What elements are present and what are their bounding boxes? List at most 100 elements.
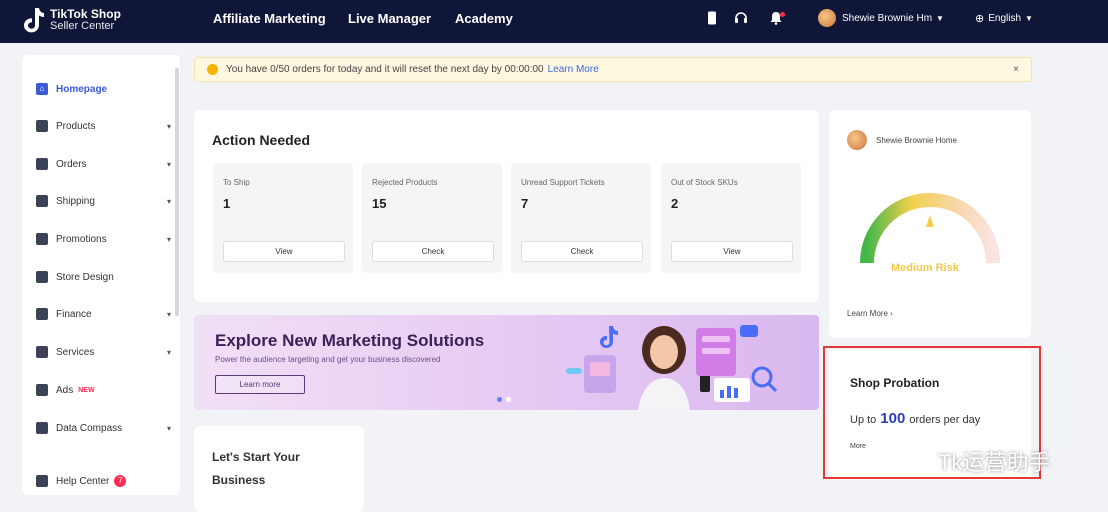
chevron-down-icon: ▾ — [166, 121, 171, 131]
sidebar-item-label: Products — [56, 120, 96, 132]
carousel-dot[interactable] — [497, 397, 502, 402]
action-needed-title: Action Needed — [212, 132, 311, 148]
tile-unread-support-tickets: Unread Support Tickets 7 Check — [511, 163, 651, 273]
nav-live-manager[interactable]: Live Manager — [348, 11, 431, 26]
avatar — [847, 130, 867, 150]
sidebar-item-label: Ads — [56, 384, 74, 396]
notification-dot — [780, 12, 785, 17]
box-icon — [36, 120, 48, 132]
lets-start-title: Let's Start Your Business — [212, 450, 300, 487]
top-navigation-bar: TikTok Shop Seller Center Affiliate Mark… — [0, 0, 1108, 43]
close-icon[interactable]: × — [1013, 64, 1019, 75]
sidebar-item-orders[interactable]: Orders ▾ — [36, 154, 171, 174]
headset-icon[interactable] — [732, 11, 750, 29]
tile-label: Unread Support Tickets — [521, 178, 605, 187]
avatar — [818, 9, 836, 27]
wechat-icon — [896, 448, 927, 473]
tile-label: To Ship — [223, 178, 250, 187]
brand-line-2: Seller Center — [50, 20, 115, 32]
home-icon: ⌂ — [36, 83, 48, 95]
tile-rejected-products: Rejected Products 15 Check — [362, 163, 502, 273]
view-button[interactable]: View — [671, 241, 793, 262]
notice-learn-more-link[interactable]: Learn More — [548, 64, 599, 75]
tiktok-logo-icon — [22, 6, 44, 34]
banner-subtitle: Power the audience targeting and get you… — [215, 355, 441, 364]
sidebar-item-label: Shipping — [56, 195, 95, 207]
sidebar: ⌂ Homepage Products ▾ Orders ▾ Shipping … — [22, 55, 180, 495]
truck-icon — [36, 195, 48, 207]
sidebar-item-label: Store Design — [56, 271, 114, 283]
sidebar-item-label: Services — [56, 346, 95, 358]
chevron-down-icon: ▾ — [166, 234, 171, 244]
megaphone-icon — [36, 233, 48, 245]
brand-line-1: TikTok Shop — [50, 7, 121, 21]
sidebar-scrollbar[interactable] — [175, 68, 179, 316]
nav-affiliate-marketing[interactable]: Affiliate Marketing — [213, 11, 326, 26]
chevron-down-icon: ▼ — [1025, 14, 1033, 23]
banner-illustration — [566, 325, 778, 410]
watermark-text: Tk运营助手 — [938, 450, 1051, 475]
globe-icon: ⊕ — [975, 13, 985, 25]
sidebar-item-ads[interactable]: Ads NEW — [36, 380, 171, 400]
sidebar-item-label: Help Center — [56, 475, 110, 487]
chevron-down-icon: ▾ — [166, 159, 171, 169]
sidebar-item-help-center[interactable]: Help Center 7 — [36, 471, 171, 491]
lets-start-card: Let's Start Your Business — [194, 426, 364, 512]
tile-value: 7 — [521, 196, 529, 211]
chevron-right-icon: › — [890, 309, 893, 318]
chevron-down-icon: ▼ — [936, 13, 944, 23]
sidebar-item-data-compass[interactable]: Data Compass ▾ — [36, 418, 171, 438]
tile-out-of-stock-skus: Out of Stock SKUs 2 View — [661, 163, 801, 273]
nav-academy[interactable]: Academy — [455, 11, 513, 26]
notification-bell-icon[interactable] — [767, 11, 785, 29]
language-selector[interactable]: ⊕ English ▼ — [975, 12, 1033, 25]
warning-icon — [207, 64, 218, 75]
action-needed-card: Action Needed To Ship 1 View Rejected Pr… — [194, 110, 819, 302]
learn-more-link[interactable]: Learn More › — [847, 309, 893, 318]
shop-name: Shewie Brownie Home — [876, 135, 957, 145]
chart-icon — [36, 422, 48, 434]
marketing-banner[interactable]: Explore New Marketing Solutions Power th… — [194, 315, 819, 410]
chevron-down-icon: ▾ — [166, 309, 171, 319]
tile-to-ship: To Ship 1 View — [213, 163, 353, 273]
tiktok-shop-logo[interactable]: TikTok Shop Seller Center — [22, 6, 121, 34]
check-button[interactable]: Check — [521, 241, 643, 262]
chevron-down-icon: ▾ — [166, 196, 171, 206]
chevron-down-icon: ▾ — [166, 423, 171, 433]
help-icon — [36, 475, 48, 487]
gauge-needle — [926, 215, 934, 227]
sidebar-item-label: Promotions — [56, 233, 107, 245]
mobile-icon[interactable] — [703, 11, 721, 29]
sidebar-item-homepage[interactable]: ⌂ Homepage — [36, 79, 171, 99]
store-icon — [36, 271, 48, 283]
sidebar-item-services[interactable]: Services ▾ — [36, 342, 171, 362]
sidebar-item-label: Orders — [56, 158, 87, 170]
watermark: Tk运营助手 — [896, 445, 1050, 477]
user-name: Shewie Brownie Hm — [842, 12, 933, 24]
sidebar-item-label: Finance — [56, 308, 92, 320]
carousel-dots — [497, 397, 511, 402]
sidebar-item-label: Data Compass — [56, 422, 123, 434]
count-badge: 7 — [114, 475, 127, 487]
sidebar-item-store-design[interactable]: Store Design — [36, 267, 171, 287]
notice-text: You have 0/50 orders for today and it wi… — [226, 64, 544, 75]
sidebar-item-products[interactable]: Products ▾ — [36, 116, 171, 136]
tile-value: 15 — [372, 196, 387, 211]
banner-title: Explore New Marketing Solutions — [215, 331, 485, 350]
tile-label: Rejected Products — [372, 178, 438, 187]
banner-learn-more-button[interactable]: Learn more — [215, 375, 305, 394]
tile-value: 1 — [223, 196, 231, 211]
new-badge: NEW — [78, 386, 95, 394]
sidebar-item-label: Homepage — [56, 83, 108, 95]
carousel-dot[interactable] — [506, 397, 511, 402]
sidebar-item-promotions[interactable]: Promotions ▾ — [36, 229, 171, 249]
view-button[interactable]: View — [223, 241, 345, 262]
language-label: English — [988, 13, 1022, 24]
sidebar-item-finance[interactable]: Finance ▾ — [36, 304, 171, 324]
chevron-down-icon: ▾ — [166, 347, 171, 357]
services-icon — [36, 346, 48, 358]
sidebar-item-shipping[interactable]: Shipping ▾ — [36, 191, 171, 211]
user-menu[interactable]: Shewie Brownie Hm ▼ — [818, 9, 944, 27]
risk-level-label: Medium Risk — [891, 262, 959, 274]
check-button[interactable]: Check — [372, 241, 494, 262]
